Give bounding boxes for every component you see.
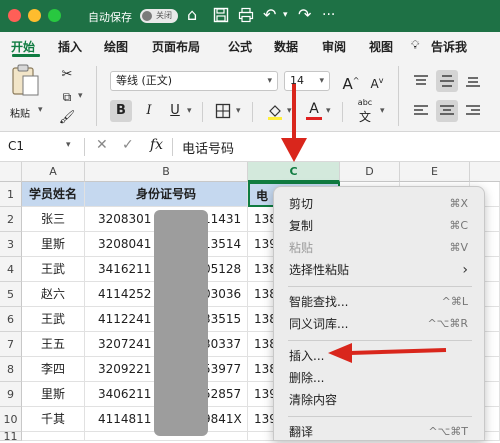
arrow-down-head xyxy=(281,138,307,162)
arrow-left-head xyxy=(328,343,352,363)
annotation-layer xyxy=(281,84,447,363)
arrow-left-annotation xyxy=(349,348,447,355)
